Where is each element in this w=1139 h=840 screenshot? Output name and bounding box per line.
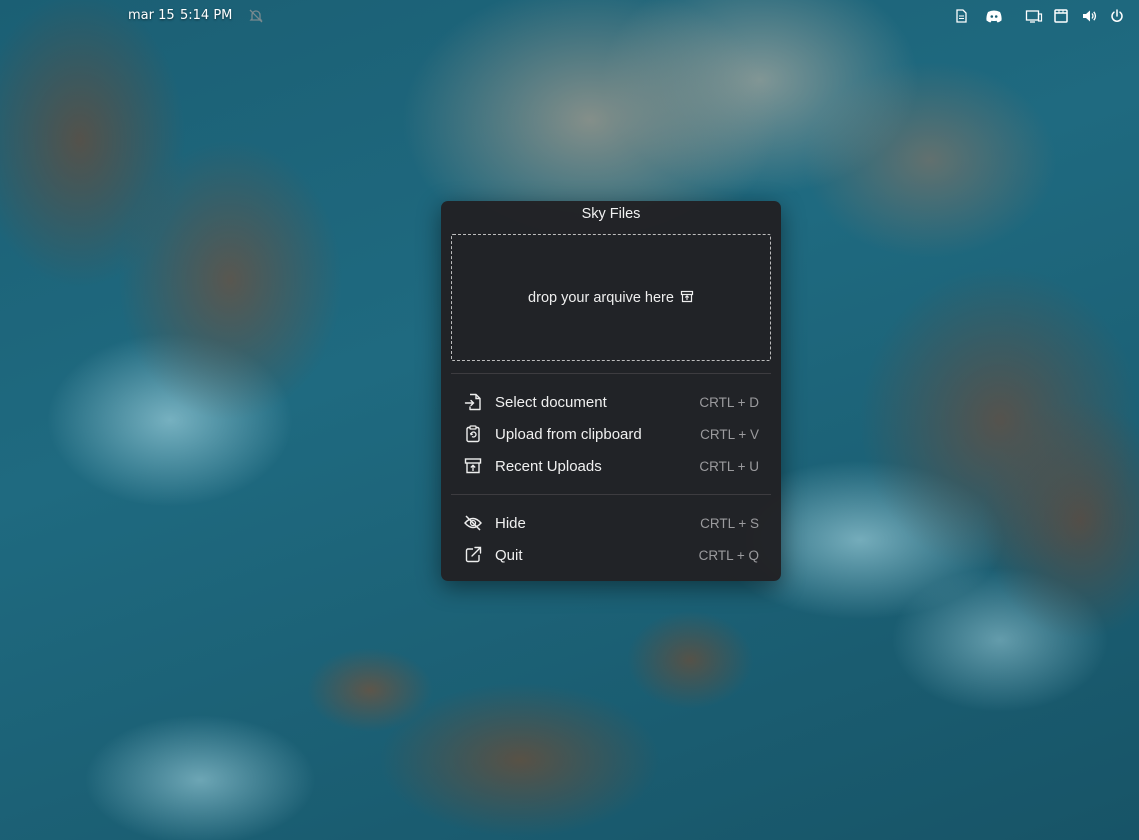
dropzone-text-row: drop your arquive here bbox=[452, 290, 770, 306]
file-import-icon bbox=[463, 392, 483, 412]
menu-item-label: Quit bbox=[495, 547, 523, 564]
menu-item-hide[interactable]: Hide CRTL + S bbox=[451, 508, 771, 538]
menu-item-label: Upload from clipboard bbox=[495, 426, 642, 443]
menu-item-shortcut: CRTL + D bbox=[699, 395, 759, 410]
menu-item-upload-clipboard[interactable]: Upload from clipboard CRTL + V bbox=[451, 419, 771, 449]
clock-time[interactable]: 5:14 PM bbox=[180, 8, 232, 23]
document-icon[interactable] bbox=[953, 8, 969, 24]
menu-separator bbox=[451, 373, 771, 374]
sky-files-popup: Sky Files drop your arquive here Select … bbox=[441, 201, 781, 581]
menu-item-recent-uploads[interactable]: Recent Uploads CRTL + U bbox=[451, 451, 771, 481]
clipboard-upload-icon bbox=[463, 424, 483, 444]
menu-item-select-document[interactable]: Select document CRTL + D bbox=[451, 387, 771, 417]
eye-off-icon bbox=[463, 513, 483, 533]
archive-upload-icon bbox=[463, 456, 483, 476]
discord-icon[interactable] bbox=[985, 8, 1003, 24]
archive-upload-icon bbox=[680, 290, 694, 304]
menu-separator bbox=[451, 494, 771, 495]
display-icon[interactable] bbox=[1025, 8, 1043, 24]
external-link-icon bbox=[463, 545, 483, 565]
menu-item-label: Recent Uploads bbox=[495, 458, 602, 475]
menu-item-shortcut: CRTL + U bbox=[699, 459, 759, 474]
dropzone-label: drop your arquive here bbox=[528, 290, 674, 306]
menu-item-shortcut: CRTL + Q bbox=[698, 548, 759, 563]
top-bar: mar 15 5:14 PM bbox=[0, 0, 1139, 32]
menu-item-label: Hide bbox=[495, 515, 526, 532]
menu-item-label: Select document bbox=[495, 394, 607, 411]
clock-date[interactable]: mar 15 bbox=[128, 8, 175, 23]
clipboard-icon[interactable] bbox=[1053, 8, 1069, 24]
menu-item-shortcut: CRTL + V bbox=[700, 427, 759, 442]
file-dropzone[interactable]: drop your arquive here bbox=[451, 234, 771, 361]
panel-title: Sky Files bbox=[581, 206, 641, 222]
power-icon[interactable] bbox=[1109, 8, 1125, 24]
menu-item-shortcut: CRTL + S bbox=[700, 516, 759, 531]
menu-item-quit[interactable]: Quit CRTL + Q bbox=[451, 540, 771, 570]
notification-bell-off-icon[interactable] bbox=[248, 8, 264, 24]
volume-icon[interactable] bbox=[1081, 8, 1097, 24]
